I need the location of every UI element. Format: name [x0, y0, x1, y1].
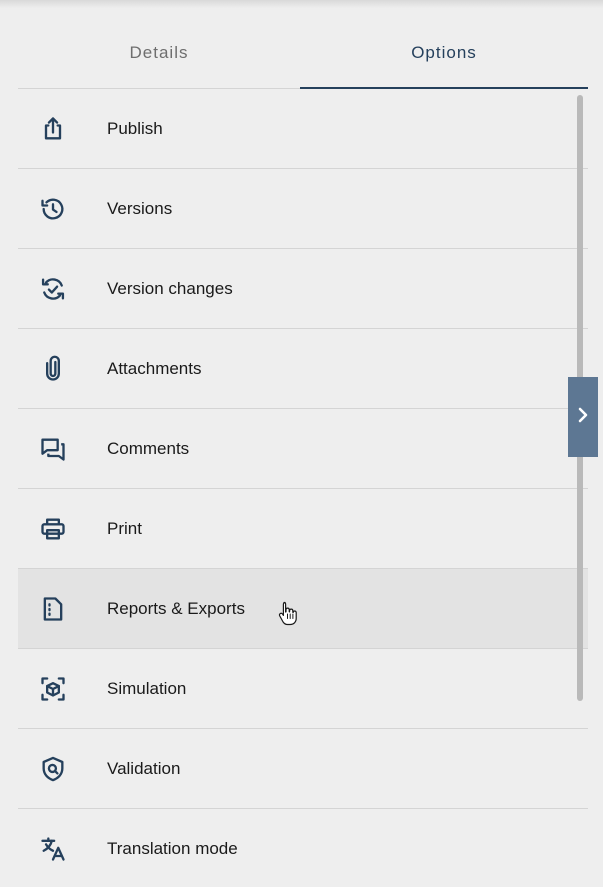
menu-item-attachments[interactable]: Attachments: [18, 329, 588, 409]
options-panel: Details Options Publish Versions Version…: [0, 0, 603, 887]
menu-item-label: Attachments: [107, 358, 202, 378]
translate-icon: [38, 834, 68, 864]
menu-item-label: Print: [107, 518, 142, 538]
menu-item-simulation[interactable]: Simulation: [18, 649, 588, 729]
menu-item-label: Comments: [107, 438, 190, 458]
menu-item-comments[interactable]: Comments: [18, 409, 588, 489]
cube-scan-icon: [38, 674, 68, 704]
menu-item-label: Simulation: [107, 678, 187, 698]
menu-item-label: Versions: [107, 198, 173, 218]
menu-item-label: Translation mode: [107, 838, 238, 858]
report-icon: [38, 594, 68, 624]
paperclip-icon: [38, 354, 68, 384]
menu-item-version-changes[interactable]: Version changes: [18, 249, 588, 329]
menu-item-label: Validation: [107, 758, 181, 778]
menu-item-label: Publish: [107, 118, 163, 138]
menu-item-label: Version changes: [107, 278, 233, 298]
menu-item-translation-mode[interactable]: Translation mode: [18, 809, 588, 887]
menu-item-print[interactable]: Print: [18, 489, 588, 569]
chevron-right-icon: [576, 406, 590, 429]
menu-item-validation[interactable]: Validation: [18, 729, 588, 809]
top-shadow: [0, 0, 603, 8]
options-menu-list: Publish Versions Version changes Attachm…: [18, 89, 588, 887]
menu-item-reports-exports[interactable]: Reports & Exports: [18, 569, 588, 649]
menu-item-label: Reports & Exports: [107, 598, 245, 618]
history-icon: [38, 194, 68, 224]
publish-icon: [38, 114, 68, 144]
comments-icon: [38, 434, 68, 464]
tab-options[interactable]: Options: [300, 18, 588, 89]
menu-item-versions[interactable]: Versions: [18, 169, 588, 249]
sync-check-icon: [38, 274, 68, 304]
printer-icon: [38, 514, 68, 544]
expand-panel-button[interactable]: [568, 377, 598, 457]
tab-details[interactable]: Details: [18, 18, 300, 88]
hand-cursor-icon: [277, 600, 299, 626]
tab-bar: Details Options: [18, 18, 588, 89]
menu-item-publish[interactable]: Publish: [18, 89, 588, 169]
shield-search-icon: [38, 754, 68, 784]
